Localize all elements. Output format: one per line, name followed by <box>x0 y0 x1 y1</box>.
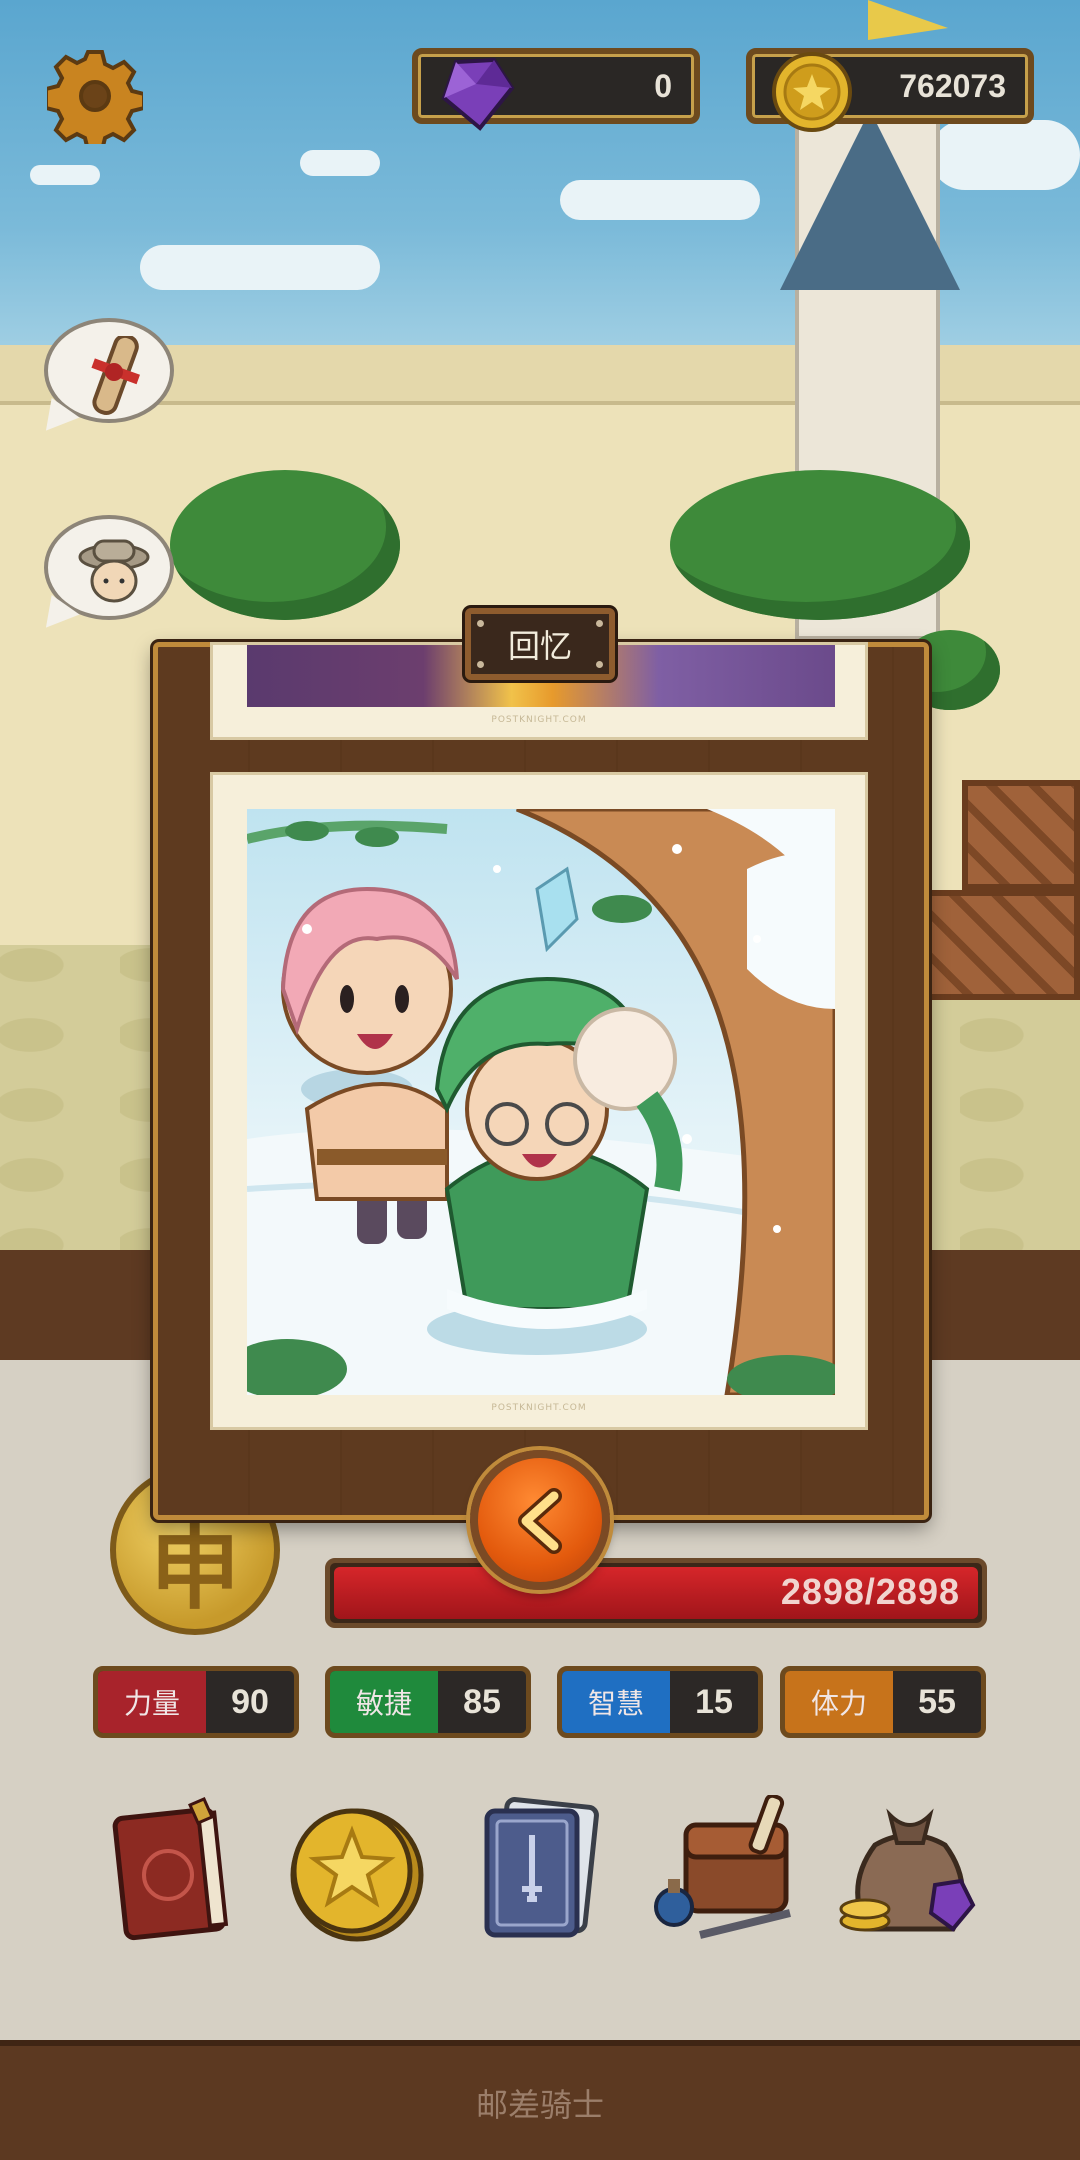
gold-coin-icon <box>770 50 854 142</box>
back-button[interactable] <box>470 1450 610 1590</box>
stat-stamina: 体力 55 <box>780 1666 986 1738</box>
cloud <box>560 180 760 220</box>
purple-gem-icon <box>436 54 516 142</box>
wooden-crate <box>962 780 1080 890</box>
stat-label: 敏捷 <box>330 1671 438 1733</box>
stat-intelligence: 智慧 15 <box>557 1666 763 1738</box>
loot-sack-icon[interactable] <box>835 1795 985 1945</box>
star-coin-icon[interactable] <box>280 1795 430 1945</box>
equipment-bag-icon[interactable] <box>650 1793 800 1945</box>
tree <box>670 470 970 620</box>
nail <box>596 661 603 668</box>
stat-value: 15 <box>695 1682 733 1721</box>
gem-counter[interactable]: 0 <box>412 48 700 131</box>
stat-label: 体力 <box>785 1671 893 1733</box>
cloud <box>140 245 380 290</box>
coin-counter[interactable]: 762073 <box>746 48 1034 132</box>
nail <box>477 661 484 668</box>
hp-bar: 2898/2898 <box>325 1558 987 1628</box>
npc-chat-bubble[interactable] <box>44 515 174 620</box>
game-title-footer: 邮差骑士 <box>475 2086 604 2124</box>
stat-value: 55 <box>918 1682 956 1721</box>
stat-value: 85 <box>463 1682 501 1721</box>
modal-title: 回忆 <box>465 608 615 680</box>
nail <box>477 620 484 627</box>
tree <box>170 470 400 620</box>
stat-label: 智慧 <box>562 1671 670 1733</box>
nail <box>596 620 603 627</box>
explorer-portrait-icon <box>74 533 154 617</box>
modal-title-text: 回忆 <box>507 627 572 665</box>
stat-agility: 敏捷 85 <box>325 1666 531 1738</box>
stat-strength: 力量 90 <box>93 1666 299 1738</box>
quest-scroll-bubble[interactable] <box>44 318 174 423</box>
scroll-icon <box>74 333 154 420</box>
journal-book-icon[interactable] <box>100 1795 250 1945</box>
memory-photo-image <box>247 809 835 1395</box>
stat-label: 力量 <box>98 1671 206 1733</box>
settings-gear-icon[interactable] <box>44 48 146 152</box>
cards-deck-icon[interactable] <box>465 1795 615 1945</box>
coin-count: 762073 <box>899 67 1006 104</box>
gem-count: 0 <box>654 67 672 104</box>
wooden-crate <box>925 890 1080 1000</box>
memory-photo-current[interactable]: POSTKNIGHT.COM <box>210 772 868 1430</box>
stat-value: 90 <box>231 1682 269 1721</box>
photo-watermark: POSTKNIGHT.COM <box>491 1403 587 1413</box>
hp-text: 2898/2898 <box>780 1571 960 1612</box>
photo-watermark: POSTKNIGHT.COM <box>491 715 587 725</box>
cloud <box>30 165 100 185</box>
cloud <box>300 150 380 176</box>
